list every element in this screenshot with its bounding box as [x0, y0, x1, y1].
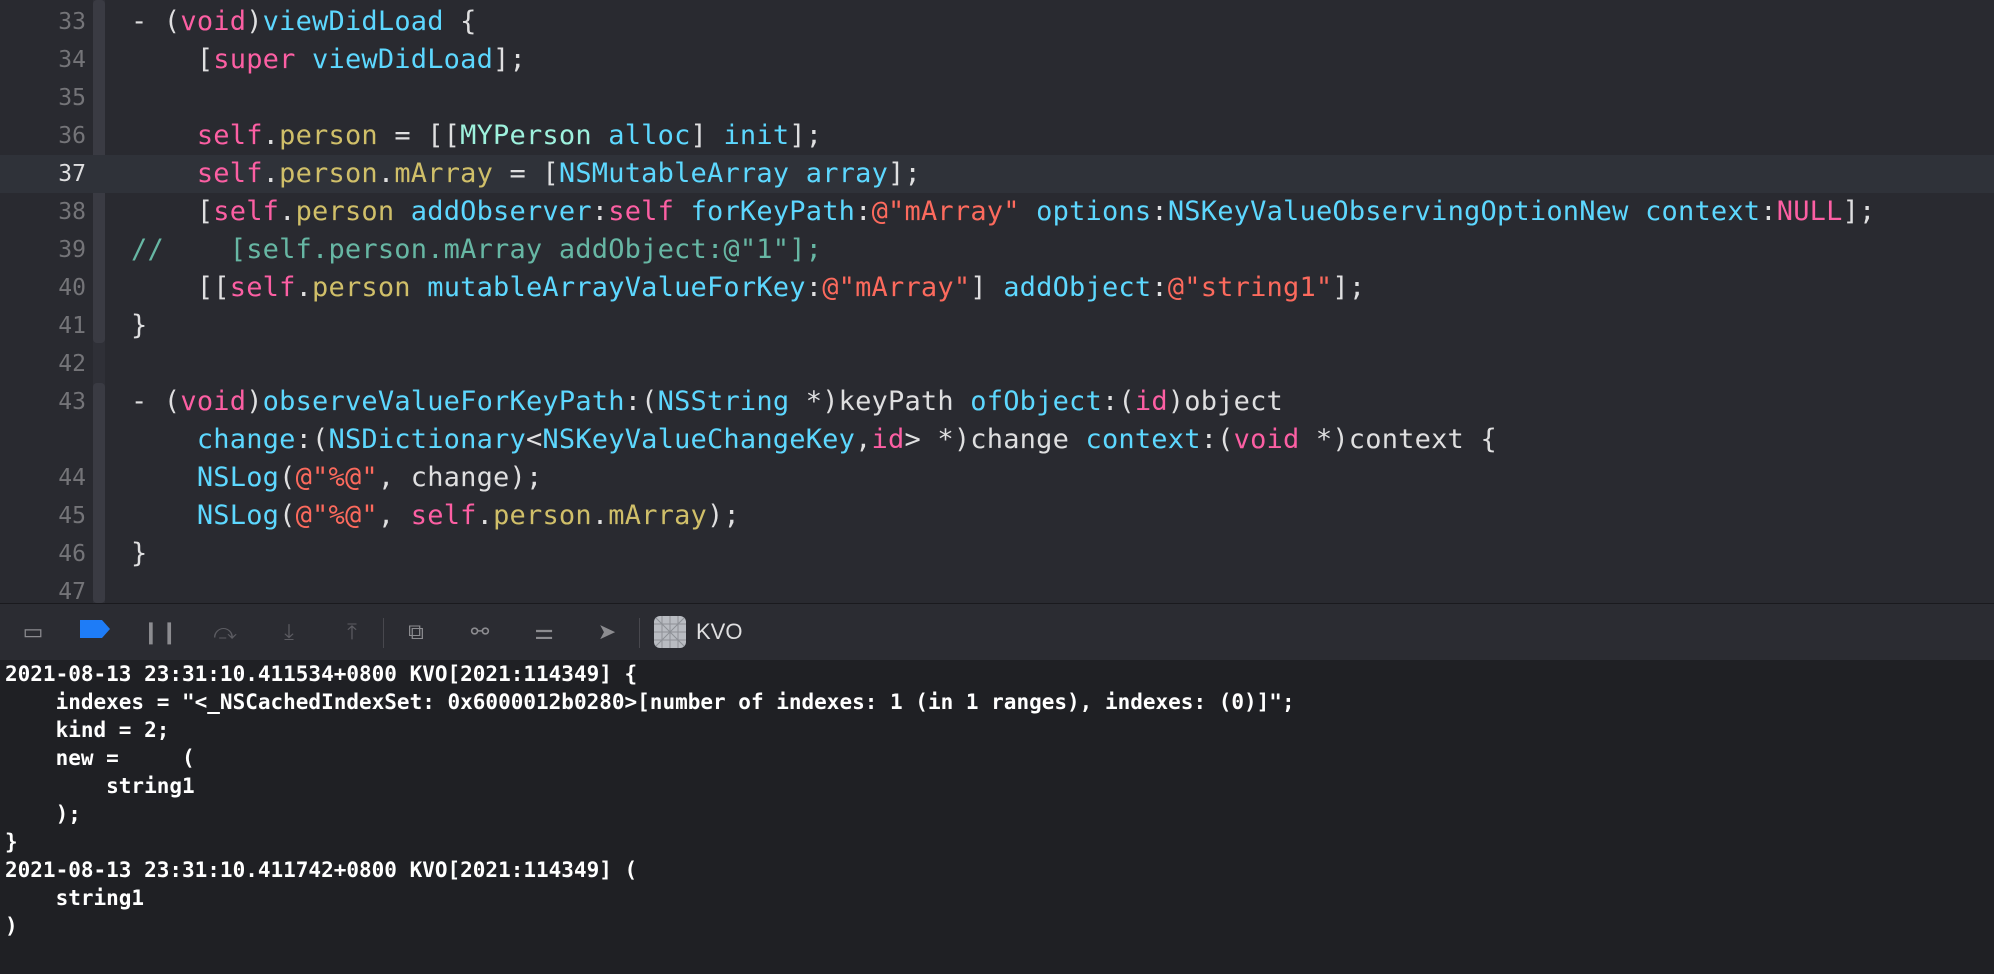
memory-graph-icon: ⚯: [470, 619, 490, 645]
line-number: 43: [58, 389, 86, 415]
console-line: 2021-08-13 23:31:10.411534+0800 KVO[2021…: [5, 662, 638, 686]
toolbar-separator: [383, 618, 384, 648]
location-arrow-icon: ➤: [597, 619, 617, 645]
line-number: 37: [58, 161, 86, 187]
code-text: NSLog(@"%@", change);: [196, 462, 543, 493]
hide-debug-area-button[interactable]: ▭: [16, 616, 50, 648]
code-text: self.person = [[MYPerson alloc] init];: [196, 120, 823, 151]
line-number: 35: [58, 85, 86, 111]
console-line: ): [5, 914, 18, 938]
console-line: indexes = "<_NSCachedIndexSet: 0x6000012…: [5, 690, 1295, 714]
line-number: 40: [58, 275, 86, 301]
target-selector[interactable]: KVO: [654, 616, 742, 648]
toggles-icon: ⚌: [534, 619, 554, 645]
code-text: }: [131, 310, 148, 341]
console-line: }: [5, 830, 18, 854]
code-line[interactable]: change:(NSDictionary<NSKeyValueChangeKey…: [0, 421, 1994, 459]
code-line[interactable]: 33 - (void)viewDidLoad {: [0, 3, 1994, 41]
line-number: 39: [58, 237, 86, 263]
code-line[interactable]: 37 self.person.mArray = [NSMutableArray …: [0, 155, 1994, 193]
code-line[interactable]: 36 self.person = [[MYPerson alloc] init]…: [0, 117, 1994, 155]
code-text: [[self.person mutableArrayValueForKey:@"…: [131, 272, 1366, 303]
app-icon: [654, 616, 686, 648]
code-line[interactable]: 47: [0, 573, 1994, 603]
source-editor[interactable]: 33 - (void)viewDidLoad { 34 [super viewDid…: [0, 0, 1994, 603]
line-number: 47: [58, 579, 86, 603]
console-line: string1: [5, 774, 195, 798]
step-into-icon: ⤓: [284, 619, 294, 645]
step-out-icon: ⤒: [347, 619, 357, 645]
line-number: 46: [58, 541, 86, 567]
code-text: [super viewDidLoad];: [131, 44, 526, 75]
code-line[interactable]: 42: [0, 345, 1994, 383]
console-line: string1: [5, 886, 145, 910]
code-text: // [self.person.mArray addObject:@"1"];: [131, 234, 823, 265]
code-line[interactable]: 40 [[self.person mutableArrayValueForKey…: [0, 269, 1994, 307]
toolbar-separator: [639, 618, 640, 648]
line-number: 45: [58, 503, 86, 529]
line-number: 41: [58, 313, 86, 339]
code-line[interactable]: 46}: [0, 535, 1994, 573]
code-text: self.person.mArray = [NSMutableArray arr…: [196, 158, 921, 189]
debug-bar: ▭ ❙❙ ⤼ ⤓ ⤒ ⧉ ⚯ ⚌ ➤ KVO: [0, 603, 1994, 661]
code-line[interactable]: 35: [0, 79, 1994, 117]
code-line[interactable]: 45 NSLog(@"%@", self.person.mArray);: [0, 497, 1994, 535]
code-line[interactable]: 34 [super viewDidLoad];: [0, 41, 1994, 79]
code-line[interactable]: 39 // [self.person.mArray addObject:@"1"]…: [0, 231, 1994, 269]
step-over-icon: ⤼: [213, 619, 237, 645]
breakpoint-icon: [78, 618, 112, 646]
panel-icon: ▭: [22, 619, 44, 645]
code-text: [self.person addObserver:self forKeyPath…: [131, 196, 1876, 227]
target-label: KVO: [696, 619, 743, 644]
environment-overrides-button[interactable]: ⚌: [527, 616, 561, 648]
console-line: new = (: [5, 746, 195, 770]
line-number: 34: [58, 47, 86, 73]
line-number: 38: [58, 199, 86, 225]
line-number: 44: [58, 465, 86, 491]
console-output[interactable]: 2021-08-13 23:31:10.411534+0800 KVO[2021…: [0, 660, 1994, 974]
view-hierarchy-icon: ⧉: [408, 619, 424, 645]
simulate-location-button[interactable]: ➤: [590, 616, 624, 648]
breakpoints-toggle-button[interactable]: [78, 616, 112, 648]
code-text: }: [131, 538, 148, 569]
code-line[interactable]: 44 NSLog(@"%@", change);: [0, 459, 1994, 497]
code-line[interactable]: 43 - (void)observeValueForKeyPath:(NSStri…: [0, 383, 1994, 421]
code-line[interactable]: 38 [self.person addObserver:self forKeyP…: [0, 193, 1994, 231]
code-text: - (void)viewDidLoad {: [131, 6, 477, 37]
line-number: 42: [58, 351, 86, 377]
line-number: 36: [58, 123, 86, 149]
code-text: change:(NSDictionary<NSKeyValueChangeKey…: [196, 424, 1497, 455]
pause-icon: ❙❙: [141, 619, 179, 645]
console-line: kind = 2;: [5, 718, 170, 742]
step-out-button[interactable]: ⤒: [335, 616, 369, 648]
line-number: 33: [58, 9, 86, 35]
step-into-button[interactable]: ⤓: [272, 616, 306, 648]
view-hierarchy-button[interactable]: ⧉: [399, 616, 433, 648]
step-over-button[interactable]: ⤼: [208, 616, 242, 648]
code-text: - (void)observeValueForKeyPath:(NSString…: [131, 386, 1283, 417]
code-line[interactable]: 41}: [0, 307, 1994, 345]
pause-button[interactable]: ❙❙: [141, 616, 179, 648]
console-line: );: [5, 802, 81, 826]
code-text: NSLog(@"%@", self.person.mArray);: [196, 500, 740, 531]
memory-graph-button[interactable]: ⚯: [463, 616, 497, 648]
console-line: 2021-08-13 23:31:10.411742+0800 KVO[2021…: [5, 858, 638, 882]
